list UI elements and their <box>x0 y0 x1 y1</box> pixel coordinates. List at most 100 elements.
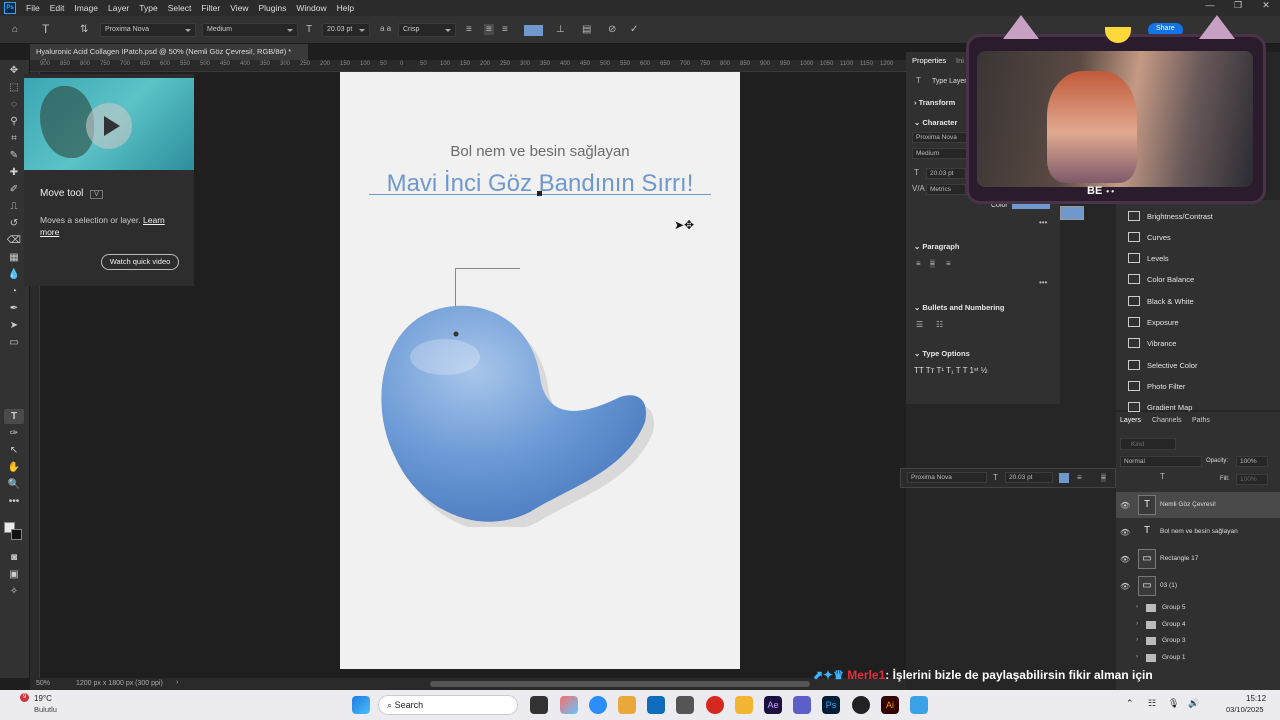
bullets-section[interactable]: ⌄ Bullets and Numbering <box>914 303 1004 312</box>
weather-temp[interactable]: 19°C <box>34 694 52 703</box>
float-size-field[interactable]: 20.03 pt <box>1005 472 1053 483</box>
kerning-field[interactable]: Metrics <box>926 184 966 195</box>
secondary-color-swatch[interactable] <box>1060 206 1084 220</box>
group-row[interactable]: › Group 1 <box>1116 650 1280 666</box>
rectangle-tool-icon[interactable]: ▭ <box>4 335 24 350</box>
crop-tool-icon[interactable]: ⌗ <box>4 131 24 146</box>
brush-tool-icon[interactable]: ✐ <box>4 182 24 197</box>
menu-image[interactable]: Image <box>69 3 103 13</box>
subtitle-text[interactable]: Bol nem ve besin sağlayan <box>340 143 740 160</box>
fill-field[interactable]: 100% <box>1236 474 1268 485</box>
toggle-orientation-icon[interactable]: ⇅ <box>80 24 88 35</box>
float-align-center-icon[interactable]: ≡ <box>1101 473 1106 482</box>
blend-mode-select[interactable]: Normal <box>1120 456 1202 467</box>
menu-window[interactable]: Window <box>291 3 331 13</box>
chevron-up-icon[interactable]: ⌃ <box>1126 698 1134 709</box>
bullet-list-icon[interactable]: ☰ <box>916 320 923 329</box>
eyedropper-tool-icon[interactable]: ✎ <box>4 148 24 163</box>
align-center-icon[interactable]: ≡ <box>484 24 494 35</box>
layer-row[interactable]: 👁 T Bol nem ve besin sağlayan <box>1116 519 1280 545</box>
video-thumbnail[interactable] <box>24 78 194 170</box>
quick-mask-icon[interactable]: ◙ <box>4 550 24 565</box>
para-align-left-icon[interactable]: ≡ <box>916 259 921 268</box>
font-size-select[interactable]: 20.03 pt <box>322 23 370 37</box>
warp-text-icon[interactable]: ⊥ <box>556 24 565 35</box>
minimize-icon[interactable]: — <box>1196 0 1224 14</box>
close-icon[interactable]: ✕ <box>1252 0 1280 14</box>
adj-exposure[interactable]: Exposure <box>1128 315 1179 329</box>
type-tool-preset-icon[interactable]: T <box>42 22 49 36</box>
float-font-field[interactable]: Proxima Nova <box>907 472 987 483</box>
type-tool-icon[interactable]: T <box>4 409 24 424</box>
char-style-field[interactable]: Medium <box>912 148 970 159</box>
char-size-field[interactable]: 20.03 pt <box>926 168 966 179</box>
menu-help[interactable]: Help <box>332 3 359 13</box>
healing-brush-icon[interactable]: ✚ <box>4 165 24 180</box>
paragraph-more-icon[interactable]: ••• <box>1039 278 1047 287</box>
restore-icon[interactable]: ❐ <box>1224 0 1252 14</box>
visibility-eye-icon[interactable]: 👁 <box>1120 582 1130 591</box>
direct-select-icon[interactable]: ↖ <box>4 443 24 458</box>
visibility-eye-icon[interactable]: 👁 <box>1120 555 1130 564</box>
tab-info[interactable]: Ini <box>956 56 964 65</box>
opacity-field[interactable]: 100% <box>1236 456 1268 467</box>
menu-view[interactable]: View <box>225 3 253 13</box>
align-right-icon[interactable]: ≡ <box>502 24 508 35</box>
menu-type[interactable]: Type <box>134 3 162 13</box>
font-style-select[interactable]: Medium <box>202 23 298 37</box>
teams-icon[interactable] <box>793 696 811 714</box>
blur-tool-icon[interactable]: 💧 <box>4 267 24 282</box>
float-color-swatch[interactable] <box>1059 473 1069 483</box>
copilot-icon[interactable] <box>560 696 578 714</box>
text-anchor-point[interactable] <box>537 191 542 196</box>
lasso-tool-icon[interactable]: ◌ <box>4 97 24 112</box>
illustrator-icon[interactable]: Ai <box>881 696 899 714</box>
marquee-tool-icon[interactable]: ⬚ <box>4 80 24 95</box>
visibility-eye-icon[interactable]: 👁 <box>1120 501 1130 510</box>
character-panel-icon[interactable]: ▤ <box>582 24 591 35</box>
file-explorer-icon[interactable] <box>618 696 636 714</box>
dodge-tool-icon[interactable]: ◔ <box>4 284 24 299</box>
home-icon[interactable]: ⌂ <box>12 24 18 35</box>
tab-layers[interactable]: Layers <box>1120 417 1141 424</box>
antialias-select[interactable]: Crisp <box>398 23 456 37</box>
menu-edit[interactable]: Edit <box>45 3 70 13</box>
tab-properties[interactable]: Properties <box>912 56 946 65</box>
group-row[interactable]: › Group 4 <box>1116 617 1280 633</box>
mic-icon[interactable]: 🎙 <box>1168 698 1179 709</box>
task-view-icon[interactable] <box>530 696 548 714</box>
adj-vibrance[interactable]: Vibrance <box>1128 336 1176 350</box>
document-tab[interactable]: Hyaluronic Acid Collagen IPatch.psd @ 50… <box>30 44 308 65</box>
adj-black-white[interactable]: Black & White <box>1128 294 1194 308</box>
para-align-center-icon[interactable]: ≡ <box>930 259 935 268</box>
menu-layer[interactable]: Layer <box>103 3 134 13</box>
visibility-eye-icon[interactable]: 👁 <box>1120 528 1130 537</box>
para-align-right-icon[interactable]: ≡ <box>946 259 951 268</box>
store-icon[interactable] <box>676 696 694 714</box>
type-option-buttons[interactable]: TT Tт T¹ T₁ T T 1ˢᵗ ½ <box>914 366 987 375</box>
adj-brightness-contrast[interactable]: Brightness/Contrast <box>1128 209 1213 223</box>
volume-icon[interactable]: 🔊 <box>1188 698 1199 709</box>
generative-icon[interactable]: ✧ <box>4 584 24 599</box>
menu-file[interactable]: File <box>21 3 45 13</box>
commit-icon[interactable]: ✓ <box>630 24 638 35</box>
adj-levels[interactable]: Levels <box>1128 251 1169 265</box>
photoshop-taskbar-icon[interactable]: Ps <box>822 696 840 714</box>
folder-app-icon[interactable] <box>735 696 753 714</box>
char-font-field[interactable]: Proxima Nova <box>912 132 970 143</box>
layer-row[interactable]: 👁 ▭ 03 (1) <box>1116 573 1280 599</box>
horizontal-scrollbar[interactable] <box>430 681 810 687</box>
hand-tool-icon[interactable]: ✋ <box>4 460 24 475</box>
watch-video-button[interactable]: Watch quick video <box>101 254 179 270</box>
menu-filter[interactable]: Filter <box>196 3 225 13</box>
move-tool-icon[interactable]: ✥ <box>4 63 24 78</box>
gradient-tool-icon[interactable]: ▦ <box>4 250 24 265</box>
network-icon[interactable]: ☷ <box>1148 698 1156 709</box>
layer-search-input[interactable] <box>1120 438 1176 450</box>
cancel-icon[interactable]: ⊘ <box>608 24 616 35</box>
github-icon[interactable] <box>852 696 870 714</box>
group-row[interactable]: › Group 3 <box>1116 633 1280 649</box>
float-align-left-icon[interactable]: ≡ <box>1077 473 1082 482</box>
clock-time[interactable]: 15:12 <box>1246 694 1266 703</box>
layer-row[interactable]: 👁 ▭ Rectangle 17 <box>1116 546 1280 572</box>
